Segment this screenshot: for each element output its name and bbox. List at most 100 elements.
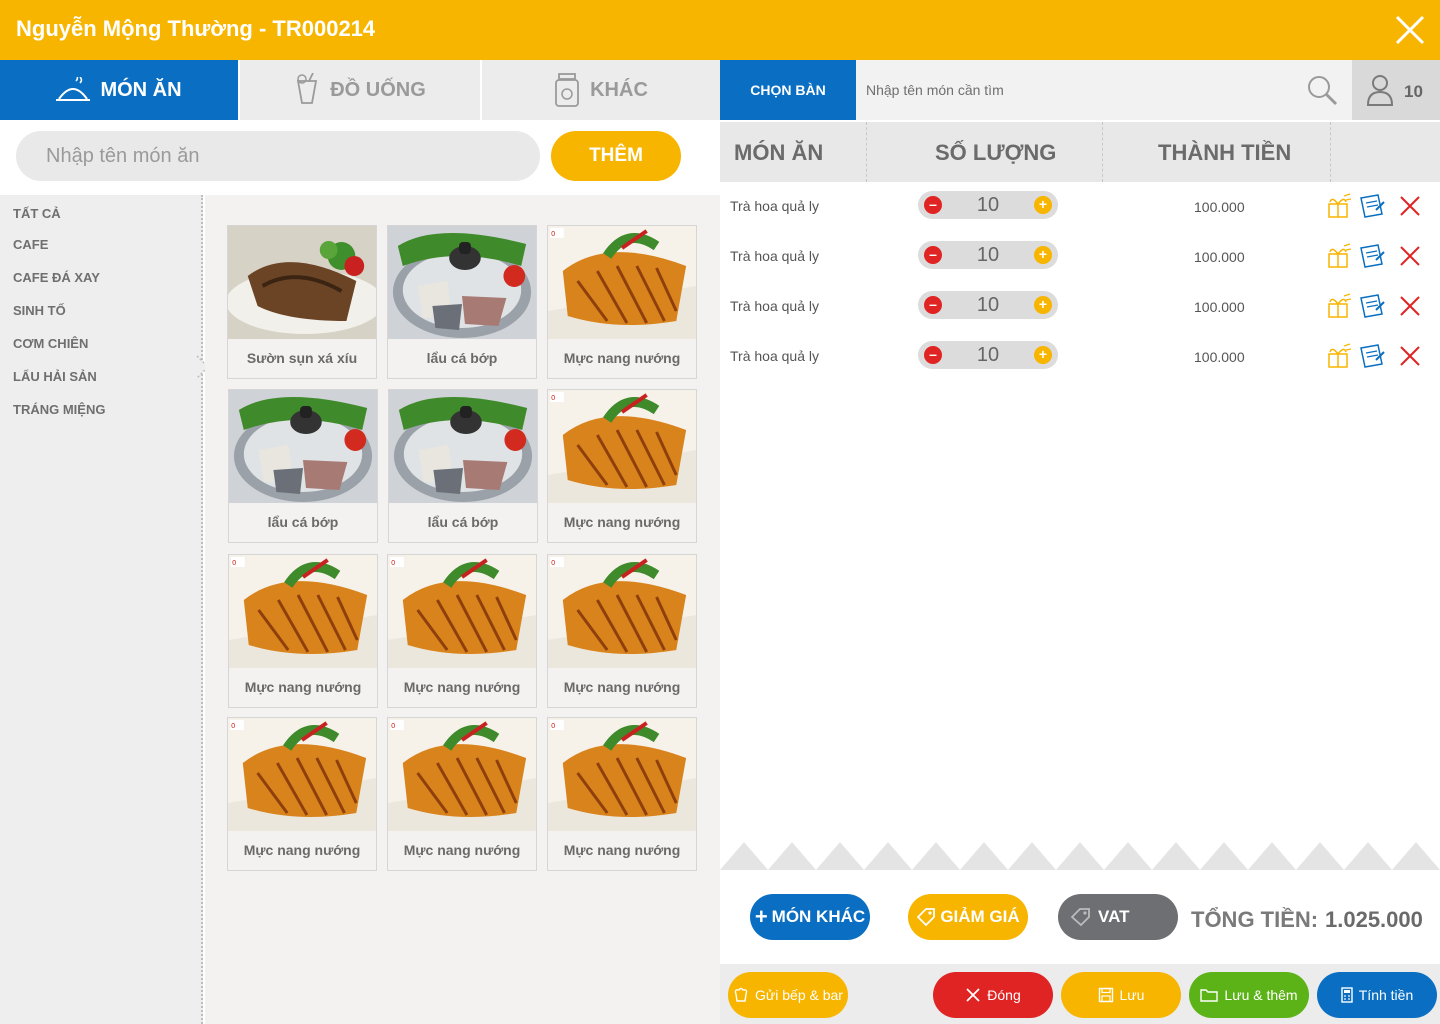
col-header-quantity: SỐ LƯỢNG: [935, 140, 1057, 165]
edit-note-icon[interactable]: [1358, 342, 1386, 370]
save-button[interactable]: Lưu: [1061, 972, 1181, 1018]
food-card[interactable]: lẩu cá bớp: [388, 389, 538, 543]
edit-note-icon[interactable]: [1358, 242, 1386, 270]
col-header-total: THÀNH TIỀN: [1158, 140, 1292, 165]
category-item[interactable]: TRÁNG MIỆNG: [13, 402, 105, 417]
increase-button[interactable]: +: [1034, 296, 1052, 314]
close-order-label: Đóng: [987, 987, 1021, 1003]
tab-other-label: KHÁC: [590, 78, 648, 101]
send-kitchen-button[interactable]: Gửi bếp & bar: [728, 972, 848, 1018]
column-divider: [1102, 122, 1103, 182]
category-item[interactable]: LẨU HẢI SẢN: [13, 369, 97, 384]
receipt-edge: [720, 842, 1440, 870]
food-name: Mực nang nướng: [403, 679, 521, 695]
discount-button[interactable]: GIẢM GIÁ: [908, 894, 1028, 940]
add-food-button[interactable]: THÊM: [551, 131, 681, 181]
close-icon: [965, 987, 981, 1003]
category-item[interactable]: CƠM CHIÊN: [13, 336, 88, 351]
discount-label: GIẢM GIÁ: [940, 907, 1020, 926]
food-card[interactable]: lẩu cá bớp: [228, 389, 378, 543]
svg-text:0: 0: [551, 394, 555, 402]
food-name: Mực nang nướng: [563, 842, 681, 858]
increase-button[interactable]: +: [1034, 196, 1052, 214]
svg-text:0: 0: [551, 230, 555, 238]
order-item-name: Trà hoa quả ly: [730, 248, 819, 264]
delete-icon[interactable]: [1396, 292, 1424, 320]
order-row: Trà hoa quả ly –10 + 100.000: [720, 336, 1440, 376]
food-name: Mực nang nướng: [563, 679, 681, 695]
order-item-name: Trà hoa quả ly: [730, 348, 819, 364]
send-kitchen-label: Gửi bếp & bar: [755, 987, 843, 1003]
category-item[interactable]: CAFE ĐÁ XAY: [13, 270, 100, 285]
vat-button[interactable]: VAT: [1058, 894, 1178, 940]
order-item-price: 100.000: [1194, 199, 1245, 215]
svg-text:0: 0: [232, 559, 236, 567]
close-order-button[interactable]: Đóng: [933, 972, 1053, 1018]
food-image: 0: [548, 390, 696, 503]
close-icon[interactable]: [1394, 14, 1426, 46]
column-divider: [866, 122, 867, 182]
quantity-stepper: –10 +: [918, 341, 1058, 369]
gift-icon[interactable]: [1324, 192, 1352, 220]
svg-text:0: 0: [231, 722, 235, 730]
delete-icon[interactable]: [1396, 192, 1424, 220]
food-name: Sườn sụn xá xíu: [246, 350, 358, 366]
checkout-button[interactable]: Tính tiền: [1317, 972, 1437, 1018]
other-dish-button[interactable]: + MÓN KHÁC: [750, 894, 870, 940]
other-dish-label: MÓN KHÁC: [771, 907, 866, 926]
tab-other[interactable]: KHÁC: [482, 60, 720, 120]
save-icon: [1098, 987, 1114, 1003]
delete-icon[interactable]: [1396, 242, 1424, 270]
guest-count-box[interactable]: 10: [1352, 60, 1440, 120]
save-label: Lưu: [1119, 987, 1145, 1003]
user-icon: [1366, 75, 1394, 106]
total-value: 1.025.000: [1325, 907, 1423, 932]
tab-food[interactable]: MÓN ĂN: [0, 60, 238, 120]
checkout-label: Tính tiền: [1358, 987, 1414, 1003]
order-row: Trà hoa quả ly –10 + 100.000: [720, 186, 1440, 226]
category-item[interactable]: TẤT CẢ: [13, 206, 61, 221]
gift-icon[interactable]: [1324, 342, 1352, 370]
food-card[interactable]: Sườn sụn xá xíu: [227, 225, 377, 379]
food-name: Mực nang nướng: [243, 842, 361, 858]
choose-table-button[interactable]: CHỌN BÀN: [720, 60, 856, 120]
category-item[interactable]: SINH TỐ: [13, 303, 66, 318]
drink-icon: [294, 73, 320, 107]
food-card[interactable]: 0 Mực nang nướng: [228, 554, 378, 708]
col-header-dish: MÓN ĂN: [734, 140, 824, 165]
delete-icon[interactable]: [1396, 342, 1424, 370]
food-name: lẩu cá bớp: [267, 514, 339, 530]
food-card[interactable]: 0 Mực nang nướng: [547, 225, 697, 379]
search-icon[interactable]: [1306, 74, 1338, 106]
increase-button[interactable]: +: [1034, 246, 1052, 264]
edit-note-icon[interactable]: [1358, 292, 1386, 320]
edit-note-icon[interactable]: [1358, 192, 1386, 220]
food-card[interactable]: 0 Mực nang nướng: [387, 554, 537, 708]
calculator-icon: [1341, 987, 1353, 1003]
food-card[interactable]: 0 Mực nang nướng: [227, 717, 377, 871]
gift-icon[interactable]: [1324, 292, 1352, 320]
food-card[interactable]: 0 Mực nang nướng: [547, 554, 697, 708]
food-card[interactable]: 0 Mực nang nướng: [547, 717, 697, 871]
food-name: Mực nang nướng: [244, 679, 362, 695]
quantity-stepper: –10 +: [918, 241, 1058, 269]
tab-drinks[interactable]: ĐỒ UỐNG: [240, 60, 480, 120]
increase-button[interactable]: +: [1034, 346, 1052, 364]
food-image: 0: [388, 718, 536, 831]
food-image: 0: [229, 555, 377, 668]
food-card[interactable]: lẩu cá bớp: [387, 225, 537, 379]
folder-icon: [1200, 987, 1219, 1003]
category-item[interactable]: CAFE: [13, 237, 48, 252]
chef-icon: [733, 987, 749, 1003]
food-card[interactable]: 0 Mực nang nướng: [387, 717, 537, 871]
vat-label: VAT: [1098, 907, 1130, 926]
food-image: 0: [548, 555, 696, 668]
order-search-input[interactable]: [858, 60, 1298, 120]
food-card[interactable]: 0 Mực nang nướng: [547, 389, 697, 543]
gift-icon[interactable]: [1324, 242, 1352, 270]
food-name: lẩu cá bớp: [426, 350, 498, 366]
save-and-add-button[interactable]: Lưu & thêm: [1189, 972, 1309, 1018]
food-name: lẩu cá bớp: [427, 514, 499, 530]
food-search-input[interactable]: [16, 131, 540, 181]
jar-icon: [554, 73, 580, 107]
